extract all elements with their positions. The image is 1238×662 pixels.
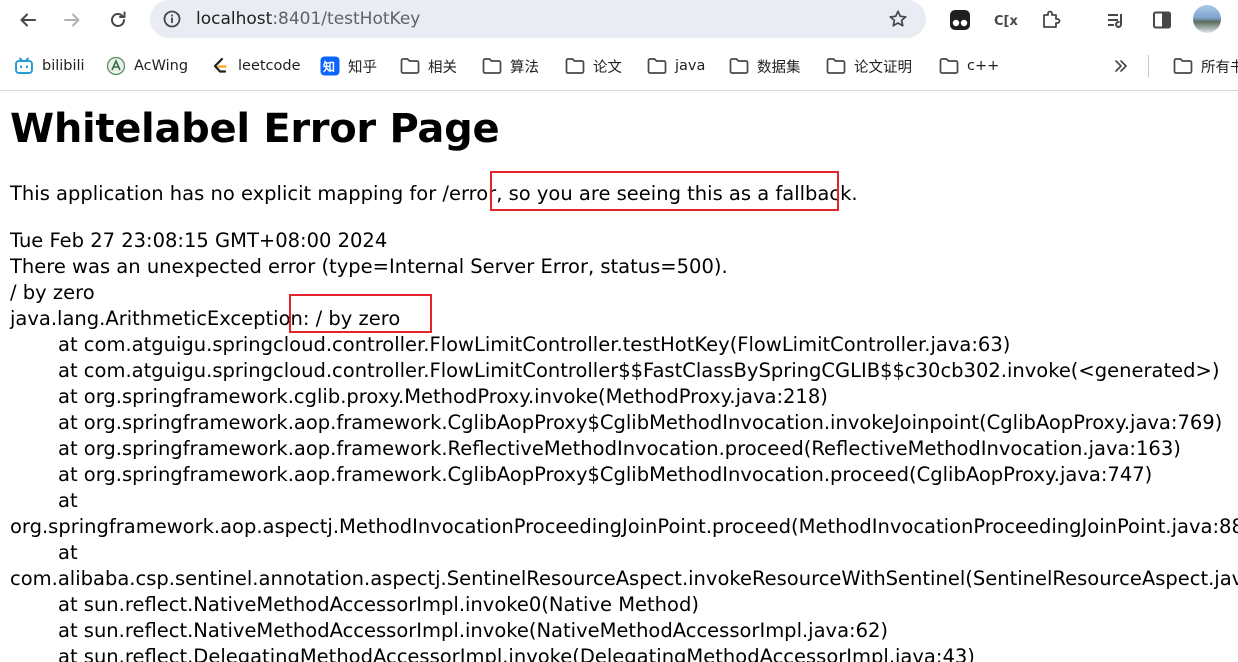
stack-trace-line: at org.springframework.aop.framework.Ref… [58, 437, 1181, 460]
cx-extension[interactable]: C[x] [994, 8, 1018, 32]
reading-list-button[interactable] [1104, 8, 1128, 32]
url-text[interactable]: localhost:8401/testHotKey [196, 9, 420, 29]
forward-button[interactable] [60, 8, 84, 32]
svg-text:知: 知 [322, 59, 335, 74]
puzzle-extensions-icon [1043, 10, 1061, 28]
folder-icon [400, 56, 420, 76]
address-bar[interactable]: localhost:8401/testHotKey [150, 0, 926, 38]
cx-icon: C[x] [994, 14, 1018, 29]
bookmark-label: 数据集 [757, 59, 801, 76]
stack-trace-line: at sun.reflect.NativeMethodAccessorImpl.… [58, 619, 889, 642]
error-timestamp: Tue Feb 27 23:08:15 GMT+08:00 2024 [10, 229, 388, 252]
stack-trace-line: at org.springframework.aop.framework.Cgl… [58, 463, 1153, 486]
stack-trace-line: at org.springframework.aop.framework.Cgl… [58, 411, 1223, 434]
stack-trace-line: at sun.reflect.NativeMethodAccessorImpl.… [58, 593, 699, 616]
bookmark-label: bilibili [42, 58, 85, 74]
leetcode-icon [210, 56, 230, 76]
back-button[interactable] [16, 8, 40, 32]
stack-trace-line: at sun.reflect.DelegatingMethodAccessorI… [58, 645, 975, 662]
bookmark-label: c++ [967, 58, 1000, 74]
url-host: localhost [196, 9, 273, 29]
annotation-highlight-box [490, 171, 839, 211]
bookmark-label: 所有书 [1201, 59, 1238, 76]
stack-trace-line: at com.atguigu.springcloud.controller.Fl… [58, 333, 1011, 356]
star-icon[interactable] [888, 9, 908, 29]
stack-trace-line: at [58, 489, 78, 512]
bookmark-folder[interactable]: 论文 [565, 55, 622, 77]
bookmark-folder[interactable]: 算法 [482, 55, 539, 77]
zhihu-icon: 知 [320, 56, 340, 76]
svg-text:C[x]: C[x] [994, 14, 1018, 29]
bookmark-label: leetcode [238, 58, 301, 74]
folder-icon [939, 56, 959, 76]
bookmark-label: 知乎 [348, 59, 377, 76]
folder-icon [1173, 56, 1193, 76]
stack-trace-line: at com.atguigu.springcloud.controller.Fl… [58, 359, 1220, 382]
bookmark-zhihu[interactable]: 知 知乎 [320, 55, 377, 77]
acwing-icon [106, 56, 126, 76]
reading-list-icon [1108, 14, 1122, 28]
bookmarks-bar: bilibili AcWing leetcode 知 知乎 相关 算法 论文 j… [0, 40, 1238, 91]
bookmark-folder[interactable]: java [647, 55, 705, 77]
tampermonkey-extension[interactable] [948, 8, 972, 32]
reload-icon [111, 11, 126, 27]
tampermonkey-icon [950, 10, 970, 30]
folder-icon [482, 56, 502, 76]
stack-trace-line: at org.springframework.cglib.proxy.Metho… [58, 385, 828, 408]
folder-icon [826, 56, 846, 76]
stack-trace-line: com.alibaba.csp.sentinel.annotation.aspe… [10, 567, 1238, 590]
extensions-button[interactable] [1039, 8, 1063, 32]
bookmark-label: 算法 [510, 59, 539, 76]
all-bookmarks-folder[interactable]: 所有书 [1173, 55, 1238, 77]
side-panel-button[interactable] [1150, 8, 1174, 32]
bookmark-folder[interactable]: 相关 [400, 55, 457, 77]
bookmark-label: AcWing [134, 58, 189, 74]
stack-trace-line: org.springframework.aop.aspectj.MethodIn… [10, 515, 1238, 538]
bookmark-bilibili[interactable]: bilibili [14, 55, 85, 77]
arrow-right-icon [64, 13, 80, 27]
reload-button[interactable] [106, 8, 130, 32]
side-panel-icon [1153, 11, 1171, 29]
annotation-highlight-box [289, 294, 432, 333]
bookmark-folder[interactable]: c++ [939, 55, 999, 77]
bookmark-leetcode[interactable]: leetcode [210, 55, 301, 77]
browser-toolbar: localhost:8401/testHotKey C[x] [0, 0, 1238, 40]
bookmark-label: java [675, 58, 706, 74]
bookmark-label: 论文证明 [854, 59, 912, 76]
url-path: :8401/testHotKey [272, 9, 421, 29]
bookmark-label: 相关 [428, 59, 457, 76]
chevron-double-right-icon [1115, 60, 1127, 72]
bookmark-folder[interactable]: 论文证明 [826, 55, 912, 77]
error-message: / by zero [10, 281, 95, 304]
bookmark-acwing[interactable]: AcWing [106, 55, 188, 77]
page-title: Whitelabel Error Page [10, 106, 500, 152]
bookmark-folder[interactable]: 数据集 [729, 55, 801, 77]
bookmark-label: 论文 [593, 59, 622, 76]
bookmarks-separator [1148, 55, 1149, 77]
site-info-icon[interactable] [162, 9, 182, 29]
arrow-left-icon [20, 13, 36, 27]
folder-icon [565, 56, 585, 76]
folder-icon [729, 56, 749, 76]
profile-avatar[interactable] [1193, 5, 1221, 33]
folder-icon [647, 56, 667, 76]
stack-trace-line: at [58, 541, 78, 564]
error-summary: There was an unexpected error (type=Inte… [10, 255, 728, 278]
bookmarks-overflow-button[interactable] [1112, 55, 1130, 77]
bilibili-icon [14, 56, 34, 76]
page-content: Whitelabel Error Page This application h… [0, 91, 1238, 662]
